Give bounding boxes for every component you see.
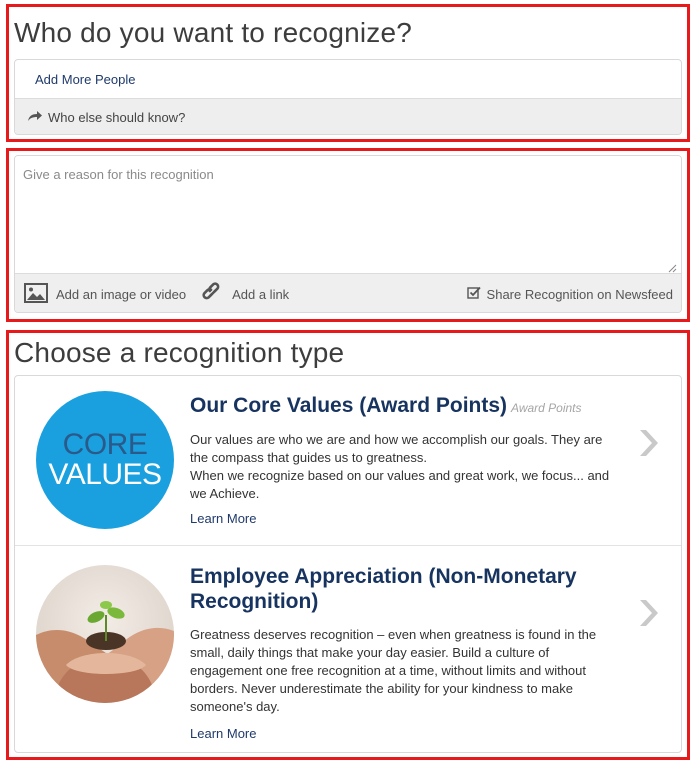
recognition-type-section: Choose a recognition type CORE VALUES Ou… [6,330,690,760]
description-line: When we recognize based on our values an… [190,468,610,501]
recognition-type-subtitle: Award Points [511,401,582,415]
share-arrow-icon [27,110,48,125]
description-line: Our values are who we are and how we acc… [190,432,603,465]
recipients-heading: Who do you want to recognize? [14,17,413,48]
reason-box: Add an image or video Add a link Share R… [14,155,682,313]
learn-more-link[interactable]: Learn More [190,726,256,741]
add-image-label: Add an image or video [56,286,187,302]
who-else-label: Who else should know? [48,110,186,125]
recognition-type-description: Greatness deserves recognition – even wh… [190,626,620,716]
core-values-image-text-bottom: VALUES [48,458,162,491]
share-on-newsfeed-label: Share Recognition on Newsfeed [486,286,673,302]
reason-toolbar: Add an image or video Add a link Share R… [15,273,681,312]
core-values-image: CORE VALUES [36,391,174,529]
reason-textarea[interactable] [15,156,681,273]
recipients-section: Who do you want to recognize? Add More P… [6,4,690,142]
recognition-type-title: Employee Appreciation (Non-Monetary Reco… [190,564,630,614]
recognition-type-title-text: Our Core Values (Award Points) [190,394,508,417]
recognition-type-core-values[interactable]: CORE VALUES Our Core Values (Award Point… [15,376,681,546]
checkbox-checked-icon [466,286,487,302]
resize-grip-icon[interactable] [668,260,677,273]
image-icon [24,282,56,306]
add-link-label: Add a link [232,286,290,302]
recognition-type-title: Our Core Values (Award Points) Award Poin… [190,393,582,421]
add-link-button[interactable]: Add a link [202,281,290,307]
recognition-type-title-text: Employee Appreciation (Non-Monetary Reco… [190,565,577,613]
core-values-image-text-top: CORE [62,428,148,461]
chevron-right-icon[interactable] [637,427,661,464]
recipients-box: Add More People Who else should know? [14,59,682,135]
hands-seedling-image [36,565,174,703]
share-on-newsfeed-checkbox[interactable]: Share Recognition on Newsfeed [466,286,673,302]
recognition-type-description: Our values are who we are and how we acc… [190,431,620,503]
chevron-right-icon[interactable] [637,597,661,634]
reason-section: Add an image or video Add a link Share R… [6,148,690,322]
learn-more-link[interactable]: Learn More [190,511,256,526]
who-else-should-know-button[interactable]: Who else should know? [15,98,681,134]
recognition-type-list: CORE VALUES Our Core Values (Award Point… [14,375,682,753]
description-line: Greatness deserves recognition – even wh… [190,627,597,714]
add-image-button[interactable]: Add an image or video [24,282,187,306]
link-icon [202,281,232,307]
recognition-type-heading: Choose a recognition type [14,337,345,368]
add-more-people-link[interactable]: Add More People [35,72,135,87]
recognition-type-employee-appreciation[interactable]: Employee Appreciation (Non-Monetary Reco… [15,547,681,752]
